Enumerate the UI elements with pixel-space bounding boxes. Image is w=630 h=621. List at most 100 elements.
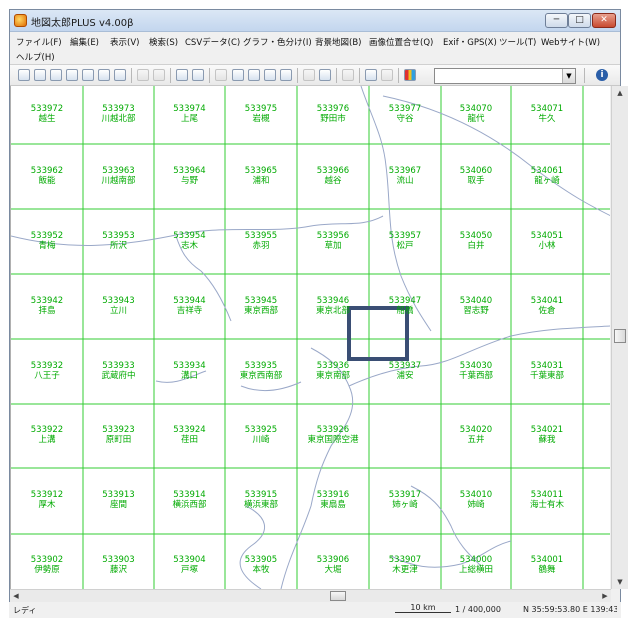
menu-search[interactable]: 検索(S) <box>149 36 178 48</box>
mesh-name: 青梅 <box>38 240 56 251</box>
mesh-code: 533922 <box>30 425 64 435</box>
mesh-code: 534070 <box>459 104 493 114</box>
mesh-name: 佐倉 <box>538 305 556 316</box>
toolbar: ▼ i <box>10 64 620 86</box>
layer-icon[interactable] <box>342 69 354 81</box>
horizontal-scroll-thumb[interactable] <box>330 591 346 601</box>
mesh-name: 上総横田 <box>458 565 493 575</box>
mesh-code: 533916 <box>316 490 350 500</box>
vertical-scrollbar[interactable]: ▲ ▼ <box>611 86 628 589</box>
mesh-code: 534020 <box>459 425 493 435</box>
mesh-code: 533926 <box>316 425 350 435</box>
menu-help[interactable]: ヘルプ(H) <box>16 51 55 63</box>
scroll-up-icon[interactable]: ▲ <box>612 86 628 100</box>
open-folder-icon[interactable] <box>34 69 46 81</box>
toolbar-separator <box>131 68 132 83</box>
menu-image-align[interactable]: 画像位置合せ(Q) <box>369 36 433 48</box>
attribute-icon[interactable] <box>365 69 377 81</box>
binoculars-icon[interactable] <box>303 69 315 81</box>
mesh-name: 白井 <box>467 240 485 251</box>
table-icon[interactable] <box>381 69 393 81</box>
zoom-all-icon[interactable] <box>280 69 292 81</box>
menu-tools[interactable]: ツール(T) <box>499 36 536 48</box>
paste-icon[interactable] <box>82 69 94 81</box>
print-preview-icon[interactable] <box>114 69 126 81</box>
scroll-left-icon[interactable]: ◀ <box>10 590 22 602</box>
mesh-name: 流山 <box>396 175 414 186</box>
copy-icon[interactable] <box>66 69 78 81</box>
mesh-code: 533933 <box>102 360 135 371</box>
menu-view[interactable]: 表示(V) <box>110 36 139 48</box>
mesh-name: 海士有木 <box>529 500 564 510</box>
menu-edit[interactable]: 編集(E) <box>70 36 99 48</box>
mesh-code: 533936 <box>316 360 350 371</box>
zoom-in-icon[interactable] <box>232 69 244 81</box>
close-button[interactable]: ✕ <box>592 13 616 28</box>
chevron-down-icon[interactable]: ▼ <box>562 69 575 83</box>
minimize-button[interactable]: ─ <box>545 13 568 28</box>
title-bar[interactable]: 地図太郎PLUS v4.00β ─ □ ✕ <box>10 10 620 32</box>
coastline-path <box>240 381 302 392</box>
mesh-code: 533952 <box>30 230 64 241</box>
vertical-scroll-thumb[interactable] <box>614 329 626 343</box>
info-icon[interactable]: i <box>596 69 608 81</box>
undo-icon[interactable] <box>137 69 149 81</box>
scale-bar-label: 10 km <box>395 603 451 613</box>
mesh-name: 横浜東部 <box>243 500 278 510</box>
mesh-code: 533955 <box>244 230 278 241</box>
mesh-name: 川越南部 <box>101 175 136 186</box>
mesh-name: 立川 <box>109 305 127 316</box>
map-canvas[interactable]: 533972 越生 533973 川越北部 533974 上尾 533975 岩槻 533976… <box>10 86 610 589</box>
pan-hand-icon[interactable] <box>319 69 331 81</box>
redo-icon[interactable] <box>153 69 165 81</box>
camera-icon[interactable] <box>192 69 204 81</box>
mesh-name: 伊勢原 <box>34 565 60 575</box>
mesh-code: 533967 <box>388 165 422 176</box>
scroll-right-icon[interactable]: ▶ <box>599 590 611 602</box>
maximize-button[interactable]: □ <box>568 13 591 28</box>
mesh-code: 533923 <box>102 425 135 435</box>
mesh-name: 川崎 <box>252 435 270 445</box>
layer-select[interactable]: ▼ <box>434 68 576 84</box>
save-icon[interactable] <box>50 69 62 81</box>
mesh-name: 東京南部 <box>315 370 350 381</box>
menu-graph[interactable]: グラフ・色分け(I) <box>243 36 312 48</box>
mesh-name: 原町田 <box>105 435 132 445</box>
add-point-icon[interactable] <box>176 69 188 81</box>
mesh-code: 534001 <box>530 555 564 565</box>
zoom-fit-icon[interactable] <box>264 69 276 81</box>
status-bar: レディ 10 km 1 / 400,000 N 35:59:53.80 E 13… <box>9 602 621 618</box>
mesh-name: 東京国際空港 <box>307 435 359 445</box>
zoom-out-icon[interactable] <box>248 69 260 81</box>
mesh-name: 松戸 <box>396 240 414 251</box>
mesh-code: 534010 <box>459 490 493 500</box>
horizontal-scrollbar[interactable]: ◀ ▶ <box>10 589 611 602</box>
mesh-code: 533937 <box>388 360 422 371</box>
mesh-name: 小林 <box>538 240 556 251</box>
mesh-code: 533913 <box>102 490 135 500</box>
scroll-down-icon[interactable]: ▼ <box>612 575 628 589</box>
mesh-code: 534000 <box>459 555 493 565</box>
menu-exif-gps[interactable]: Exif・GPS(X) <box>443 36 497 48</box>
new-file-icon[interactable] <box>18 69 30 81</box>
toolbar-separator <box>584 68 585 83</box>
menu-file[interactable]: ファイル(F) <box>16 36 62 48</box>
mesh-name: 上溝 <box>38 435 56 445</box>
scale-ratio: 1 / 400,000 <box>455 605 501 614</box>
menu-website[interactable]: Webサイト(W) <box>541 36 600 48</box>
menu-background-map[interactable]: 背景地図(B) <box>315 36 361 48</box>
mesh-code: 533932 <box>30 360 64 371</box>
mesh-code: 533944 <box>173 295 206 306</box>
mesh-code: 533942 <box>30 295 64 306</box>
mesh-name: 荏田 <box>180 435 198 445</box>
print-icon[interactable] <box>98 69 110 81</box>
mesh-code: 533906 <box>316 555 350 565</box>
edit-icon[interactable] <box>215 69 227 81</box>
mesh-code: 533974 <box>173 104 206 114</box>
menu-csv[interactable]: CSVデータ(C) <box>185 36 240 48</box>
selection-rectangle[interactable] <box>347 306 409 361</box>
chart-icon[interactable] <box>404 69 416 81</box>
mesh-name: 東京西南部 <box>239 370 283 381</box>
mesh-name: 横浜西部 <box>172 500 207 510</box>
mesh-name: 越谷 <box>324 175 342 186</box>
